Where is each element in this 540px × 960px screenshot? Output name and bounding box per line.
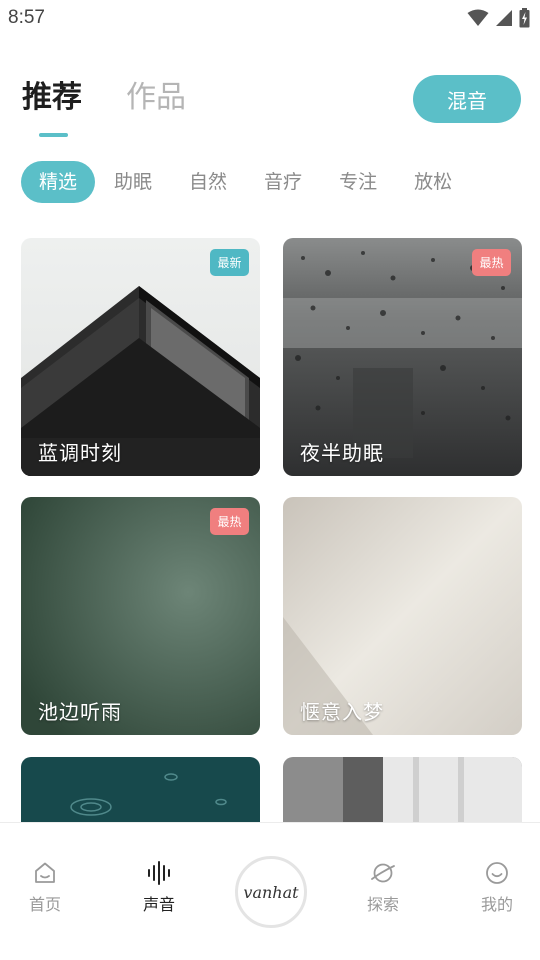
status-icons (467, 8, 530, 28)
badge-new: 最新 (210, 249, 249, 276)
card-title: 惬意入梦 (300, 700, 384, 724)
badge-hot: 最热 (210, 508, 249, 535)
sound-card-cozy-dream[interactable]: 惬意入梦 (283, 497, 522, 735)
card-title: 池边听雨 (38, 700, 122, 724)
wifi-icon (467, 9, 489, 26)
nav-explore[interactable]: 探索 (348, 861, 418, 915)
home-icon (35, 862, 55, 883)
center-logo-button[interactable]: vanhat (235, 856, 307, 928)
chip-sound-therapy[interactable]: 音疗 (264, 161, 302, 203)
tab-recommend[interactable]: 推荐 (22, 78, 82, 118)
category-chips: 精选 助眠 自然 音疗 专注 放松 (21, 161, 489, 203)
chip-featured[interactable]: 精选 (21, 161, 96, 203)
nav-label: 探索 (366, 895, 399, 914)
mix-button[interactable]: 混音 (413, 75, 521, 123)
status-bar: 8:57 (0, 0, 540, 38)
sound-card-midnight-sleep[interactable]: 最热 夜半助眠 (283, 238, 522, 476)
planet-icon (371, 863, 395, 883)
card-title: 蓝调时刻 (38, 441, 122, 465)
tab-active-indicator (39, 133, 68, 137)
nav-label: 首页 (28, 895, 61, 914)
status-time: 8:57 (8, 7, 45, 28)
chip-nature[interactable]: 自然 (189, 161, 227, 203)
nav-sounds[interactable]: 声音 (124, 861, 194, 915)
sound-card-blue-moment[interactable]: 最新 蓝调时刻 (21, 238, 260, 476)
bottom-nav: 首页 声音 vanhat 探索 我的 (0, 822, 540, 960)
nav-profile[interactable]: 我的 (462, 861, 532, 915)
chip-sleep[interactable]: 助眠 (114, 161, 152, 203)
tab-works[interactable]: 作品 (126, 78, 186, 118)
card-title: 夜半助眠 (300, 441, 384, 465)
nav-home[interactable]: 首页 (10, 861, 80, 915)
chip-focus[interactable]: 专注 (339, 161, 377, 203)
sound-card-pond-rain[interactable]: 最热 池边听雨 (21, 497, 260, 735)
badge-hot: 最热 (472, 249, 511, 276)
nav-label: 我的 (480, 895, 513, 914)
nav-label: 声音 (142, 895, 175, 914)
smiley-icon (486, 862, 508, 884)
waveform-icon (148, 861, 170, 885)
battery-icon (519, 8, 530, 28)
chip-relax[interactable]: 放松 (414, 161, 452, 203)
signal-icon (496, 10, 512, 26)
